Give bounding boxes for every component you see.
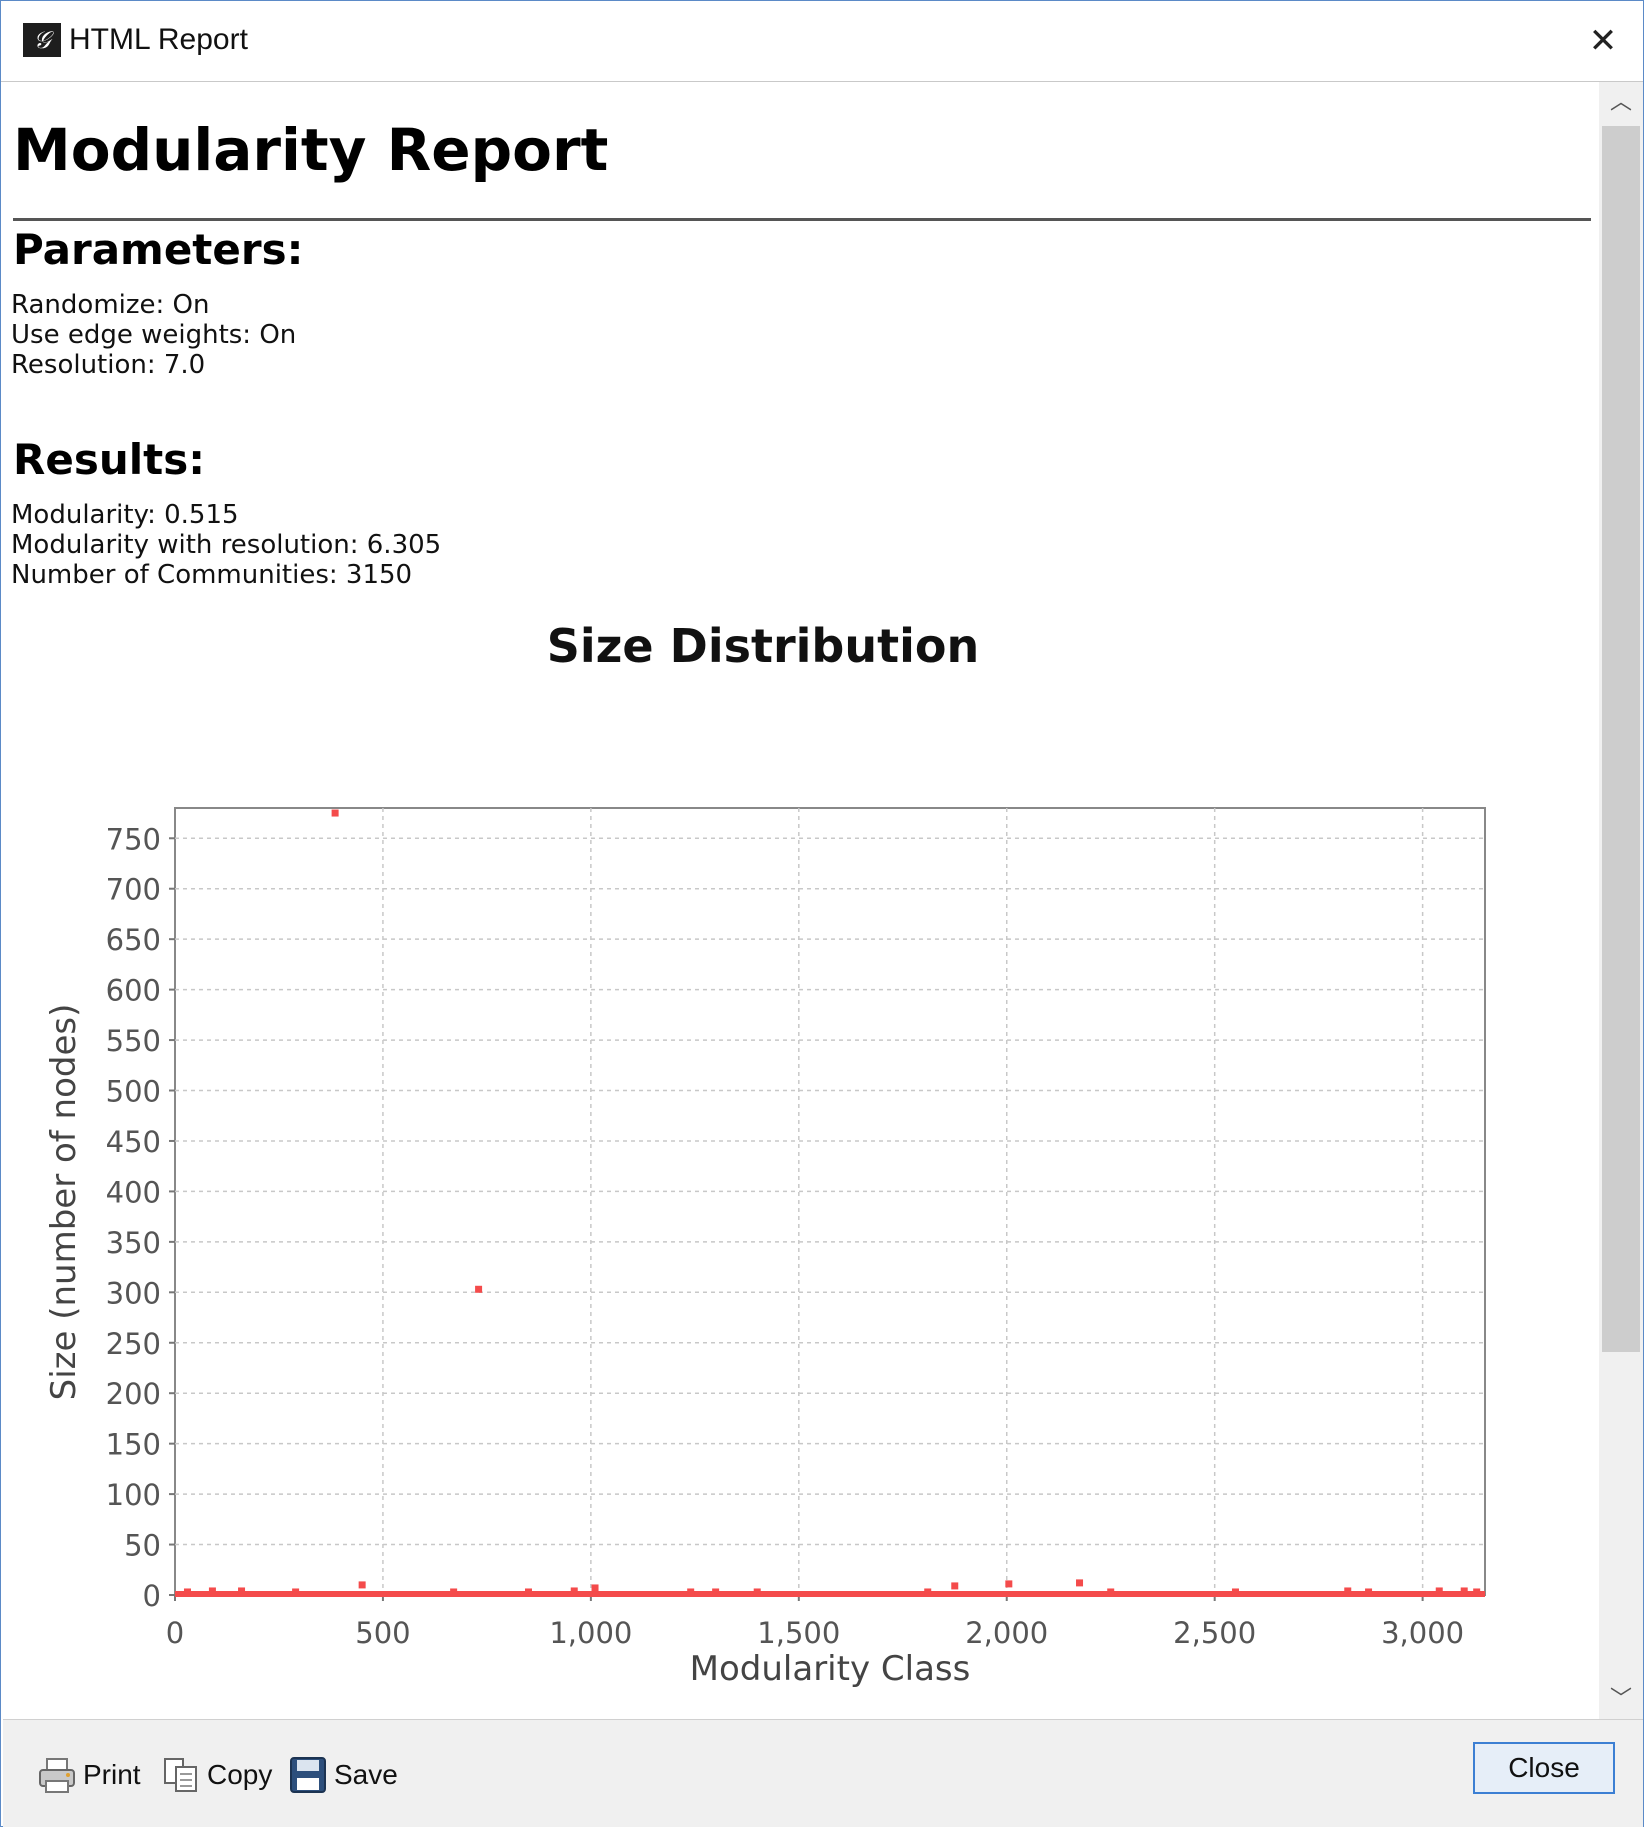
y-tick-label: 650 — [106, 923, 161, 957]
chart-svg: Size Distribution 0 50 100 150 200 250 300 350 4… — [44, 619, 1486, 1689]
close-window-icon[interactable]: ✕ — [1583, 21, 1623, 61]
plot-area — [174, 807, 1486, 1596]
x-tick-label: 2,500 — [1173, 1616, 1256, 1650]
data-point — [924, 1588, 932, 1596]
printer-icon — [39, 1758, 75, 1793]
report-content: Modularity Report Parameters: Randomize:… — [3, 82, 1599, 1719]
data-point — [1435, 1587, 1443, 1595]
y-tick-label: 0 — [143, 1579, 161, 1613]
y-tick-label: 200 — [106, 1377, 161, 1411]
data-point — [1076, 1579, 1084, 1587]
chart-title: Size Distribution — [547, 619, 979, 673]
print-button[interactable]: Print — [37, 1750, 141, 1800]
data-point — [1344, 1587, 1352, 1595]
vertical-scrollbar[interactable]: ︿ ﹀ — [1599, 82, 1643, 1719]
data-point — [1365, 1588, 1373, 1596]
data-point — [570, 1587, 578, 1595]
copy-label: Copy — [207, 1759, 273, 1790]
data-point — [238, 1587, 246, 1595]
y-tick-label: 400 — [106, 1175, 161, 1209]
x-axis-label: Modularity Class — [690, 1649, 971, 1689]
y-tick-label: 300 — [106, 1276, 161, 1310]
scroll-down-icon[interactable]: ﹀ — [1599, 1679, 1643, 1719]
y-tick-label: 600 — [106, 974, 161, 1008]
y-tick-label: 50 — [124, 1529, 161, 1563]
x-tick-label: 500 — [355, 1616, 410, 1650]
bottom-toolbar: Print Copy Save Close — [3, 1719, 1643, 1827]
gephi-app-icon: 𝒢 — [23, 23, 61, 57]
window-title: HTML Report — [69, 23, 248, 56]
data-point — [753, 1588, 761, 1596]
data-point — [951, 1582, 959, 1590]
data-point — [331, 809, 339, 817]
y-tick-label: 250 — [106, 1327, 161, 1361]
x-tick-label: 1,500 — [757, 1616, 840, 1650]
scroll-up-icon[interactable]: ︿ — [1599, 82, 1643, 122]
x-tick-label: 1,000 — [549, 1616, 632, 1650]
data-point — [183, 1588, 191, 1596]
y-tick-label: 500 — [106, 1075, 161, 1109]
report-window: 𝒢 HTML Report ✕ Modularity Report Parame… — [0, 0, 1644, 1827]
y-tick-label: 550 — [106, 1024, 161, 1058]
y-tick-label: 150 — [106, 1428, 161, 1462]
y-tick-label: 100 — [106, 1478, 161, 1512]
x-tick-label: 3,000 — [1381, 1616, 1464, 1650]
y-tick-label: 750 — [106, 822, 161, 856]
close-button[interactable]: Close — [1473, 1742, 1615, 1794]
y-tick-label: 350 — [106, 1226, 161, 1260]
data-point — [591, 1584, 599, 1592]
data-point — [712, 1588, 720, 1596]
y-tick-label: 450 — [106, 1125, 161, 1159]
data-point — [1005, 1580, 1013, 1588]
y-tick-label: 700 — [106, 873, 161, 907]
y-axis-label: Size (number of nodes) — [44, 1004, 84, 1401]
data-point — [524, 1588, 532, 1596]
x-tick-label: 2,000 — [965, 1616, 1048, 1650]
copy-button[interactable]: Copy — [161, 1750, 272, 1800]
data-point — [292, 1588, 300, 1596]
title-bar: 𝒢 HTML Report ✕ — [1, 1, 1643, 82]
x-tick-label: 0 — [166, 1616, 184, 1650]
data-point — [450, 1588, 458, 1596]
floppy-disk-icon — [290, 1757, 326, 1793]
data-point — [687, 1588, 695, 1596]
data-point — [475, 1285, 483, 1293]
data-point — [1231, 1588, 1239, 1596]
data-point — [1107, 1588, 1115, 1596]
copy-icon — [164, 1758, 197, 1792]
save-button[interactable]: Save — [288, 1750, 398, 1800]
data-point — [1473, 1588, 1481, 1596]
print-label: Print — [83, 1759, 141, 1790]
data-point — [208, 1587, 216, 1595]
data-point — [358, 1581, 366, 1589]
save-label: Save — [334, 1759, 398, 1790]
data-point — [1460, 1587, 1468, 1595]
scrollbar-thumb[interactable] — [1602, 126, 1640, 1352]
